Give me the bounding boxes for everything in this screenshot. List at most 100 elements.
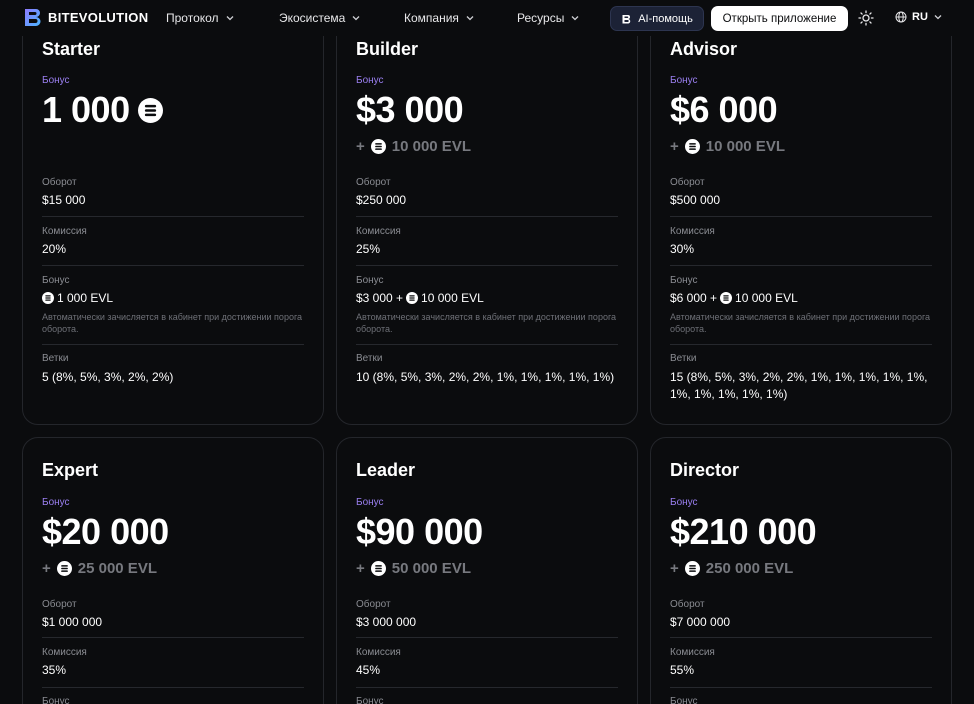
price-value: $20 000 (42, 511, 169, 552)
stat-label: Бонус (42, 696, 70, 704)
nav-label: Экосистема (279, 11, 346, 25)
divider (42, 216, 304, 217)
stat-label: Бонус (42, 275, 70, 286)
evl-coin-icon (42, 292, 54, 304)
plan-price: $20 000 (42, 511, 169, 553)
chevron-down-icon (571, 16, 579, 21)
bonus-label: Бонус (42, 75, 70, 86)
logo[interactable]: BITEVOLUTION (22, 6, 148, 28)
stat-value: 1 000 EVL (42, 291, 304, 305)
stat-value: 55% (670, 663, 695, 677)
plan-price: $3 000 (356, 89, 464, 131)
plus-sign: + (42, 560, 51, 577)
stat-label: Оборот (42, 177, 77, 188)
bonus-label: Бонус (670, 497, 698, 508)
plus-sign: + (670, 138, 679, 155)
stat-label: Оборот (356, 599, 391, 610)
stat-turnover: Оборот $250 000 (356, 177, 618, 207)
stat-value: $6 000 + 10 000 EVL (670, 291, 932, 305)
plan-title: Starter (42, 39, 101, 59)
stat-commission: Комиссия 25% (356, 226, 618, 256)
top-navbar: BITEVOLUTION Протокол Экосистема Компани… (0, 0, 974, 36)
divider (670, 216, 932, 217)
evl-coin-icon (371, 561, 386, 576)
stat-label: Ветки (670, 353, 697, 364)
stat-label: Оборот (670, 599, 705, 610)
nav-label: Ресурсы (517, 11, 565, 25)
plan-card-starter: Starter Бонус 1 000 Оборот $15 000 Комис… (22, 10, 324, 425)
globe-icon (895, 11, 907, 23)
evl-coin-icon (406, 292, 418, 304)
plan-card-advisor: Advisor Бонус $6 000 + 10 000 EVL Оборот… (650, 10, 952, 425)
stat-label: Оборот (356, 177, 391, 188)
plan-title: Director (670, 460, 740, 480)
plan-extra-evl: + 25 000 EVL (42, 560, 157, 577)
evl-coin-icon (138, 98, 163, 123)
divider (42, 687, 304, 688)
nav-company[interactable]: Компания (404, 11, 475, 25)
open-app-button[interactable]: Открыть приложение (711, 6, 848, 31)
stat-value: $3 000 000 (356, 615, 417, 629)
stat-turnover: Оборот $7 000 000 (670, 599, 932, 629)
extra-value: 50 000 EVL (391, 560, 471, 577)
price-value: $6 000 (670, 89, 778, 130)
extra-value: 10 000 EVL (391, 138, 471, 155)
stat-turnover: Оборот $500 000 (670, 177, 932, 207)
stat-label: Оборот (42, 599, 77, 610)
logo-text: BITEVOLUTION (48, 9, 149, 25)
divider (670, 265, 932, 266)
stat-turnover: Оборот $15 000 (42, 177, 304, 207)
plan-price: $210 000 (670, 511, 817, 553)
ai-help-label: AI-помощь (638, 12, 693, 25)
nav-label: Протокол (166, 11, 219, 25)
plan-card-expert: Expert Бонус $20 000 + 25 000 EVL Оборот… (22, 437, 324, 704)
nav-resources[interactable]: Ресурсы (517, 11, 580, 25)
divider (42, 265, 304, 266)
stat-value: $15 000 (42, 193, 86, 207)
stat-label: Бонус (670, 696, 698, 704)
price-value: $90 000 (356, 511, 483, 552)
plan-extra-evl: + 10 000 EVL (356, 138, 471, 155)
plan-extra-evl: + 10 000 EVL (670, 138, 785, 155)
plan-title: Leader (356, 460, 416, 480)
evl-coin-icon (57, 561, 72, 576)
stat-value: $250 000 (356, 193, 407, 207)
stat-turnover: Оборот $3 000 000 (356, 599, 618, 629)
price-value: $210 000 (670, 511, 817, 552)
plan-title: Builder (356, 39, 419, 59)
evl-coin-icon (685, 561, 700, 576)
plan-extra-evl: + 50 000 EVL (356, 560, 471, 577)
divider (42, 344, 304, 345)
divider (42, 637, 304, 638)
divider (670, 687, 932, 688)
stat-commission: Комиссия 30% (670, 226, 932, 256)
sun-icon[interactable] (858, 10, 874, 26)
stat-label: Комиссия (42, 226, 87, 237)
nav-label: Компания (404, 11, 459, 25)
nav-protocol[interactable]: Протокол (166, 11, 235, 25)
stat-branches: Ветки 15 (8%, 5%, 3%, 2%, 2%, 1%, 1%, 1%… (670, 353, 932, 403)
extra-value: 250 000 EVL (705, 560, 794, 577)
language-selector[interactable]: RU (895, 11, 943, 23)
evl-coin-icon (371, 139, 386, 154)
stat-label: Комиссия (670, 647, 715, 658)
stat-commission: Комиссия 55% (670, 647, 932, 677)
ai-help-button[interactable]: AI-помощь (610, 6, 704, 31)
nav-ecosystem[interactable]: Экосистема (279, 11, 361, 25)
chevron-down-icon (466, 16, 474, 21)
chevron-down-icon (934, 15, 942, 20)
stat-label: Комиссия (670, 226, 715, 237)
stat-label: Бонус (670, 275, 698, 286)
bonus-label: Бонус (670, 75, 698, 86)
divider (670, 637, 932, 638)
plan-price: $90 000 (356, 511, 483, 553)
bitevolution-logo-icon (25, 9, 41, 26)
stat-commission: Комиссия 45% (356, 647, 618, 677)
plan-extra-evl: + 250 000 EVL (670, 560, 793, 577)
divider (356, 216, 618, 217)
plan-title: Expert (42, 460, 99, 480)
auto-credit-note: Автоматически зачисляется в кабинет при … (42, 312, 303, 334)
plus-sign: + (356, 560, 365, 577)
auto-credit-note: Автоматически зачисляется в кабинет при … (356, 312, 617, 334)
stat-commission: Комиссия 20% (42, 226, 304, 256)
